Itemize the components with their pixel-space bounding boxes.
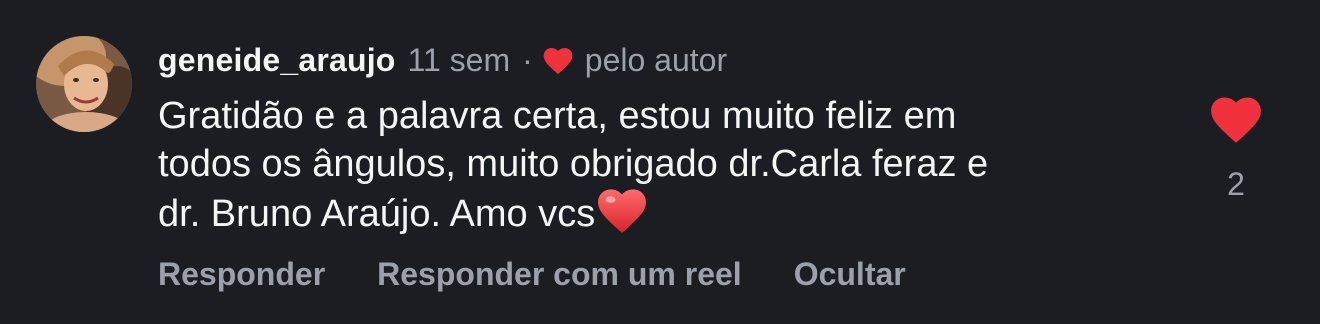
comment-actions: Responder Responder com um reel Ocultar xyxy=(158,256,906,293)
heart-emoji-icon xyxy=(597,188,647,234)
heart-icon xyxy=(543,46,573,75)
liked-by-author-label: pelo autor xyxy=(584,41,728,78)
comment-text-line: dr. Bruno Araújo. Amo vcs xyxy=(158,193,596,235)
comment: geneide_araujo 11 sem · pelo autor Grati… xyxy=(0,0,1320,324)
comment-body: geneide_araujo 11 sem · pelo autor Grati… xyxy=(158,38,1158,238)
comment-meta: geneide_araujo 11 sem · pelo autor xyxy=(158,38,1158,82)
comment-text-line-last: dr. Bruno Araújo. Amo vcs xyxy=(158,188,1158,238)
comment-text-line: todos os ângulos, muito obrigado dr.Carl… xyxy=(158,143,989,185)
avatar[interactable] xyxy=(36,36,132,132)
like-count[interactable]: 2 xyxy=(1208,166,1264,203)
comment-text-line: Gratidão e a palavra certa, estou muito … xyxy=(158,95,957,137)
hide-button[interactable]: Ocultar xyxy=(794,256,906,293)
reply-with-reel-button[interactable]: Responder com um reel xyxy=(377,256,742,293)
avatar-image xyxy=(36,36,132,132)
reply-button[interactable]: Responder xyxy=(158,256,325,293)
username[interactable]: geneide_araujo xyxy=(158,42,396,79)
separator-dot: · xyxy=(522,41,533,78)
timestamp: 11 sem xyxy=(407,41,511,78)
like-column: 2 xyxy=(1208,96,1264,203)
like-heart-icon[interactable] xyxy=(1208,96,1264,144)
comment-text: Gratidão e a palavra certa, estou muito … xyxy=(158,92,1158,238)
